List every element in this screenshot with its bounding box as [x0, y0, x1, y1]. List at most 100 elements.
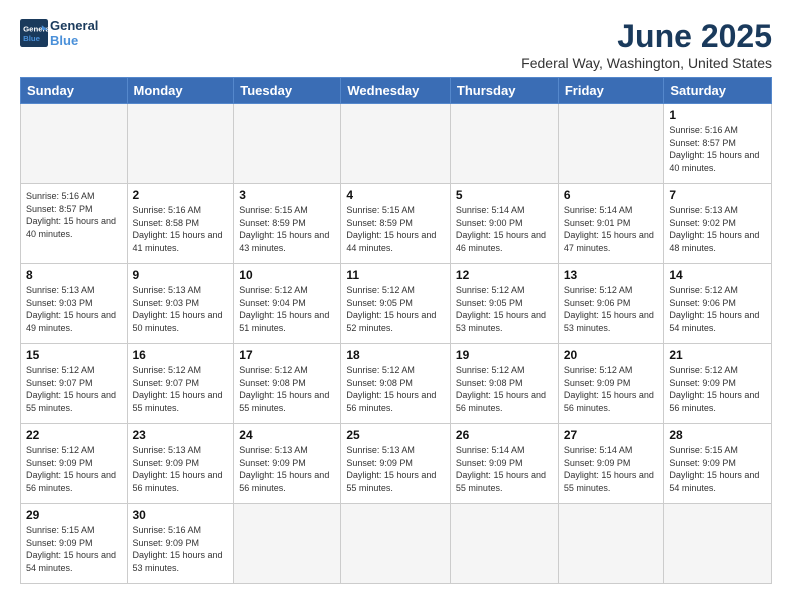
col-thursday: Thursday [450, 78, 558, 104]
day-info: Sunrise: 5:16 AMSunset: 8:57 PMDaylight:… [669, 124, 766, 174]
sunrise-label: Sunrise: 5:12 AM [239, 365, 308, 375]
daylight-label: Daylight: 15 hours and 51 minutes. [239, 310, 329, 333]
day-number: 1 [669, 108, 766, 122]
day-number: 26 [456, 428, 553, 442]
table-row: 2 Sunrise: 5:16 AMSunset: 8:58 PMDaylight… [127, 184, 234, 264]
day-info: Sunrise: 5:13 AMSunset: 9:02 PMDaylight:… [669, 204, 766, 254]
daylight-label: Daylight: 15 hours and 41 minutes. [133, 230, 223, 253]
table-row: Sunrise: 5:16 AMSunset: 8:57 PMDaylight:… [21, 184, 128, 264]
sunrise-label: Sunrise: 5:15 AM [346, 205, 415, 215]
day-number: 23 [133, 428, 229, 442]
table-row [558, 104, 664, 184]
sunrise-label: Sunrise: 5:13 AM [346, 445, 415, 455]
day-number: 17 [239, 348, 335, 362]
table-row: 6Sunrise: 5:14 AMSunset: 9:01 PMDaylight… [558, 184, 664, 264]
daylight-label: Daylight: 15 hours and 56 minutes. [669, 390, 759, 413]
day-info: Sunrise: 5:12 AMSunset: 9:05 PMDaylight:… [456, 284, 553, 334]
sunset-label: Sunset: 9:09 PM [564, 378, 631, 388]
daylight-label: Daylight: 15 hours and 55 minutes. [564, 470, 654, 493]
day-number: 3 [239, 188, 335, 202]
day-info: Sunrise: 5:13 AMSunset: 9:03 PMDaylight:… [133, 284, 229, 334]
sunrise-label: Sunrise: 5:12 AM [346, 285, 415, 295]
sunset-label: Sunset: 9:09 PM [26, 458, 93, 468]
day-number: 28 [669, 428, 766, 442]
table-row [664, 504, 772, 584]
sunrise-label: Sunrise: 5:12 AM [669, 285, 738, 295]
daylight-label: Daylight: 15 hours and 56 minutes. [26, 470, 116, 493]
logo-icon: General Blue [20, 19, 48, 47]
table-row: 13Sunrise: 5:12 AMSunset: 9:06 PMDayligh… [558, 264, 664, 344]
sunset-label: Sunset: 8:59 PM [346, 218, 413, 228]
day-info: Sunrise: 5:13 AMSunset: 9:03 PMDaylight:… [26, 284, 122, 334]
table-row: 26Sunrise: 5:14 AMSunset: 9:09 PMDayligh… [450, 424, 558, 504]
daylight-label: Daylight: 15 hours and 54 minutes. [669, 310, 759, 333]
sunset-label: Sunset: 9:05 PM [346, 298, 413, 308]
sunrise-label: Sunrise: 5:12 AM [133, 365, 202, 375]
day-number: 11 [346, 268, 445, 282]
sunset-label: Sunset: 9:04 PM [239, 298, 306, 308]
daylight-label: Daylight: 15 hours and 49 minutes. [26, 310, 116, 333]
day-info: Sunrise: 5:13 AMSunset: 9:09 PMDaylight:… [346, 444, 445, 494]
col-wednesday: Wednesday [341, 78, 451, 104]
table-row: 3Sunrise: 5:15 AMSunset: 8:59 PMDaylight… [234, 184, 341, 264]
day-number: 29 [26, 508, 122, 522]
daylight-label: Daylight: 15 hours and 52 minutes. [346, 310, 436, 333]
day-number: 21 [669, 348, 766, 362]
daylight-label: Daylight: 15 hours and 53 minutes. [456, 310, 546, 333]
sunset-label: Sunset: 9:09 PM [669, 378, 736, 388]
daylight-label: Daylight: 15 hours and 56 minutes. [239, 470, 329, 493]
day-info: Sunrise: 5:12 AMSunset: 9:08 PMDaylight:… [346, 364, 445, 414]
day-info: Sunrise: 5:14 AMSunset: 9:09 PMDaylight:… [564, 444, 659, 494]
day-number: 12 [456, 268, 553, 282]
sunset-label: Sunset: 9:08 PM [346, 378, 413, 388]
day-info: Sunrise: 5:13 AMSunset: 9:09 PMDaylight:… [133, 444, 229, 494]
sunrise-label: Sunrise: 5:12 AM [239, 285, 308, 295]
day-info: Sunrise: 5:12 AMSunset: 9:09 PMDaylight:… [26, 444, 122, 494]
calendar-week-row: 29Sunrise: 5:15 AMSunset: 9:09 PMDayligh… [21, 504, 772, 584]
sunrise-label: Sunrise: 5:12 AM [456, 365, 525, 375]
table-row: 19 Sunrise: 5:12 AMSunset: 9:08 PMDayligh… [450, 344, 558, 424]
calendar-week-row: 15Sunrise: 5:12 AMSunset: 9:07 PMDayligh… [21, 344, 772, 424]
sunset-label: Sunset: 8:58 PM [133, 218, 200, 228]
day-number: 2 [133, 188, 229, 202]
day-number: 9 [133, 268, 229, 282]
table-row: 17Sunrise: 5:12 AMSunset: 9:08 PMDayligh… [234, 344, 341, 424]
day-number: 19 [456, 348, 553, 362]
day-number: 30 [133, 508, 229, 522]
calendar-title: June 2025 [521, 18, 772, 55]
table-row [341, 504, 451, 584]
sunrise-label: Sunrise: 5:15 AM [239, 205, 308, 215]
day-info: Sunrise: 5:16 AMSunset: 9:09 PMDaylight:… [133, 524, 229, 574]
col-sunday: Sunday [21, 78, 128, 104]
sunset-label: Sunset: 8:57 PM [669, 138, 736, 148]
day-number: 14 [669, 268, 766, 282]
sunrise-label: Sunrise: 5:14 AM [456, 445, 525, 455]
table-row [21, 104, 128, 184]
table-row: 30 Sunrise: 5:16 AMSunset: 9:09 PMDayligh… [127, 504, 234, 584]
calendar-header-row: Sunday Monday Tuesday Wednesday Thursday… [21, 78, 772, 104]
daylight-label: Daylight: 15 hours and 50 minutes. [133, 310, 223, 333]
table-row [450, 104, 558, 184]
table-row: 5Sunrise: 5:14 AMSunset: 9:00 PMDaylight… [450, 184, 558, 264]
sunset-label: Sunset: 9:03 PM [26, 298, 93, 308]
daylight-label: Daylight: 15 hours and 54 minutes. [26, 550, 116, 573]
day-number: 15 [26, 348, 122, 362]
table-row: 8Sunrise: 5:13 AMSunset: 9:03 PMDaylight… [21, 264, 128, 344]
sunrise-label: Sunrise: 5:12 AM [564, 285, 633, 295]
sunset-label: Sunset: 9:09 PM [456, 458, 523, 468]
sunset-label: Sunset: 9:09 PM [26, 538, 93, 548]
day-info: Sunrise: 5:14 AMSunset: 9:00 PMDaylight:… [456, 204, 553, 254]
day-info: Sunrise: 5:16 AMSunset: 8:58 PMDaylight:… [133, 204, 229, 254]
table-row: 22Sunrise: 5:12 AMSunset: 9:09 PMDayligh… [21, 424, 128, 504]
day-info: Sunrise: 5:14 AMSunset: 9:09 PMDaylight:… [456, 444, 553, 494]
daylight-label: Daylight: 15 hours and 47 minutes. [564, 230, 654, 253]
col-saturday: Saturday [664, 78, 772, 104]
daylight-label: Daylight: 15 hours and 43 minutes. [239, 230, 329, 253]
table-row: 21Sunrise: 5:12 AMSunset: 9:09 PMDayligh… [664, 344, 772, 424]
sunrise-label: Sunrise: 5:13 AM [239, 445, 308, 455]
day-info: Sunrise: 5:12 AMSunset: 9:09 PMDaylight:… [564, 364, 659, 414]
page: General Blue General Blue June 2025 Fede… [0, 0, 792, 612]
sunrise-label: Sunrise: 5:12 AM [564, 365, 633, 375]
sunset-label: Sunset: 9:09 PM [346, 458, 413, 468]
day-info: Sunrise: 5:12 AMSunset: 9:08 PMDaylight:… [456, 364, 553, 414]
